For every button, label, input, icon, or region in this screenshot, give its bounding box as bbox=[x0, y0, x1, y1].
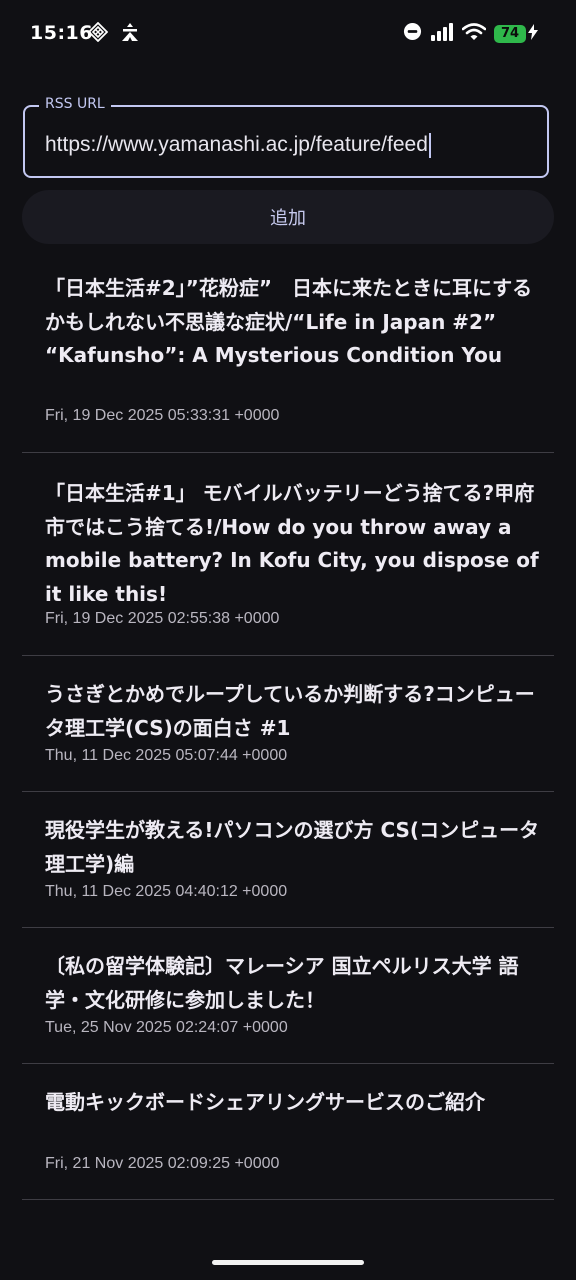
do-not-disturb-icon bbox=[403, 22, 422, 45]
add-button[interactable]: 追加 bbox=[22, 190, 554, 244]
feed-item-title: 〔私の留学体験記〕マレーシア 国立ペルリス大学 語学・文化研修に参加しました！ bbox=[45, 954, 519, 1012]
cell-signal-icon bbox=[430, 22, 454, 45]
rss-url-field[interactable]: RSS URL https://www.yamanashi.ac.jp/feat… bbox=[23, 96, 549, 178]
rss-url-label: RSS URL bbox=[39, 96, 111, 112]
feed-item-title: うさぎとかめでループしているか判断する?コンピュータ理工学(CS)の面白さ #1 bbox=[45, 682, 535, 740]
navigation-tent-icon bbox=[120, 22, 140, 46]
screen: 15:16 74 RSS URL https://www.yamanashi.a… bbox=[0, 0, 576, 1280]
feed-item-title: 「日本生活#1」 モバイルバッテリーどう捨てる?甲府市ではこう捨てる!/How … bbox=[45, 481, 539, 606]
feed-item[interactable]: 「日本生活#1」 モバイルバッテリーどう捨てる?甲府市ではこう捨てる!/How … bbox=[22, 453, 554, 656]
status-bar: 15:16 74 bbox=[0, 0, 576, 70]
feed-item[interactable]: 「日本生活#2」”花粉症” 日本に来たときに耳にするかもしれない不思議な症状/“… bbox=[22, 248, 554, 453]
text-cursor bbox=[428, 133, 431, 158]
charging-bolt-icon bbox=[528, 23, 538, 44]
home-indicator[interactable] bbox=[212, 1260, 364, 1265]
battery-level: 74 bbox=[494, 24, 526, 43]
feed-list: 「日本生活#2」”花粉症” 日本に来たときに耳にするかもしれない不思議な症状/“… bbox=[22, 248, 554, 1200]
status-time: 15:16 bbox=[30, 22, 93, 44]
feed-item-date: Fri, 19 Dec 2025 05:33:31 +0000 bbox=[45, 407, 280, 424]
feed-item[interactable]: 電動キックボードシェアリングサービスのご紹介 Fri, 21 Nov 2025 … bbox=[22, 1064, 554, 1200]
feed-item[interactable]: 〔私の留学体験記〕マレーシア 国立ペルリス大学 語学・文化研修に参加しました！ … bbox=[22, 928, 554, 1064]
status-left-icons bbox=[87, 21, 140, 46]
feed-item-date: Thu, 11 Dec 2025 04:40:12 +0000 bbox=[45, 883, 288, 900]
feed-item-title: 電動キックボードシェアリングサービスのご紹介 bbox=[45, 1090, 485, 1114]
feed-item-date: Thu, 11 Dec 2025 05:07:44 +0000 bbox=[45, 747, 288, 764]
feed-item-date: Fri, 19 Dec 2025 02:55:38 +0000 bbox=[45, 610, 280, 627]
feed-item[interactable]: うさぎとかめでループしているか判断する?コンピュータ理工学(CS)の面白さ #1… bbox=[22, 656, 554, 792]
feed-item[interactable]: 現役学生が教える!パソコンの選び方 CS(コンピュータ理工学)編 Thu, 11… bbox=[22, 792, 554, 928]
diamond-app-icon bbox=[87, 21, 109, 46]
rss-url-input[interactable]: https://www.yamanashi.ac.jp/feature/feed bbox=[45, 133, 431, 158]
feed-item-date: Fri, 21 Nov 2025 02:09:25 +0000 bbox=[45, 1155, 280, 1172]
feed-item-date: Tue, 25 Nov 2025 02:24:07 +0000 bbox=[45, 1019, 288, 1036]
rss-url-value: https://www.yamanashi.ac.jp/feature/feed bbox=[45, 133, 428, 157]
wifi-icon bbox=[461, 22, 487, 45]
battery-icon: 74 bbox=[494, 23, 538, 44]
status-right-icons: 74 bbox=[403, 22, 538, 45]
feed-item-title: 現役学生が教える!パソコンの選び方 CS(コンピュータ理工学)編 bbox=[45, 818, 540, 876]
feed-item-title: 「日本生活#2」”花粉症” 日本に来たときに耳にするかもしれない不思議な症状/“… bbox=[45, 276, 533, 367]
